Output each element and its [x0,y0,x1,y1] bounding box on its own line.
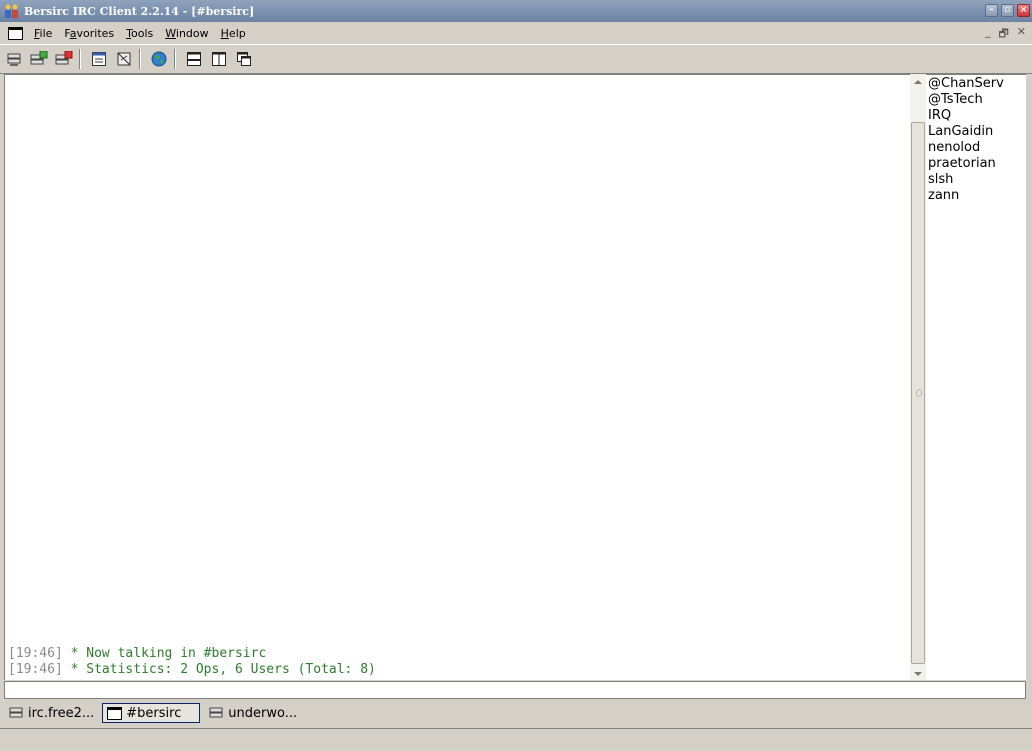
input-container [4,681,1032,699]
scroll-up-icon[interactable] [914,80,922,84]
window-title: Bersirc IRC Client 2.2.14 - [#bersirc] [24,4,255,18]
nick-item[interactable]: @ChanServ [928,76,1026,92]
scroll-down-icon[interactable] [914,672,922,676]
toolbar-separator [79,49,81,69]
minimize-icon[interactable]: – [985,4,998,17]
nick-item[interactable]: slsh [928,172,1026,188]
mdi-window-icon[interactable] [8,26,23,40]
channel-list-icon[interactable] [88,48,110,70]
server-icon [209,707,223,718]
chat-output[interactable]: [19:46] * Now talking in #bersirc [19:46… [4,74,910,680]
tab-label: #bersirc [126,705,182,721]
maximize-icon[interactable]: ▫ [1001,4,1014,17]
toolbar-separator [174,49,176,69]
nick-item[interactable]: nenolod [928,140,1026,156]
tab-label: irc.free2... [28,705,95,721]
menu-bar: File Favorites Tools Window Help _ 🗗 ✕ [0,22,1032,45]
message-input[interactable] [5,682,1032,698]
cascade-icon[interactable] [233,48,255,70]
menu-favorites[interactable]: Favorites [58,27,120,40]
chat-lines: [19:46] * Now talking in #bersirc [19:46… [8,646,376,678]
message-text: * Now talking in #bersirc [62,646,267,661]
nick-item[interactable]: praetorian [928,156,1026,172]
mdi-close-icon[interactable]: ✕ [1017,25,1026,44]
timestamp: [19:46] [8,646,63,661]
grip-icon [916,389,922,397]
chat-line: [19:46] * Statistics: 2 Ops, 6 Users (To… [8,662,376,678]
globe-icon[interactable] [148,48,170,70]
nick-list: @ChanServ @TsTech IRQ LanGaidin nenolod … [926,74,1026,680]
app-logo-icon [5,4,18,18]
window-controls: – ▫ × [985,4,1030,17]
chat-scrollbar[interactable] [910,74,926,680]
chat-line: [19:46] * Now talking in #bersirc [8,646,376,662]
tab-server-free2[interactable]: irc.free2... [4,703,98,723]
nick-item[interactable]: IRQ [928,108,1026,124]
app-window: Bersirc IRC Client 2.2.14 - [#bersirc] –… [0,0,1032,751]
menu-tools[interactable]: Tools [120,27,159,40]
connect-icon[interactable] [28,48,50,70]
window-tabbar: irc.free2... #bersirc underwo... [0,701,1032,725]
mdi-controls: _ 🗗 ✕ [985,25,1026,44]
toolbar [0,45,1032,74]
scroll-thumb[interactable] [911,122,925,664]
menu-file[interactable]: File [28,27,58,40]
tile-vertical-icon[interactable] [208,48,230,70]
nick-item[interactable]: zann [928,188,1026,204]
message-text: * Statistics: 2 Ops, 6 Users (Total: 8) [62,662,376,677]
options-icon[interactable] [113,48,135,70]
status-bar [0,728,1032,751]
nick-item[interactable]: LanGaidin [928,124,1026,140]
server-icon [9,707,23,718]
title-bar[interactable]: Bersirc IRC Client 2.2.14 - [#bersirc] –… [0,0,1032,22]
tab-bersirc[interactable]: #bersirc [102,703,201,723]
menu-help[interactable]: Help [215,27,252,40]
close-icon[interactable]: × [1017,4,1030,17]
disconnect-icon[interactable] [53,48,75,70]
menu-window[interactable]: Window [159,27,214,40]
tab-server-underwo[interactable]: underwo... [204,703,301,723]
channel-window-icon [107,706,123,720]
tab-label: underwo... [228,705,298,721]
mdi-minimize-icon[interactable]: _ [985,25,991,44]
nick-item[interactable]: @TsTech [928,92,1026,108]
timestamp: [19:46] [8,662,63,677]
mdi-restore-icon[interactable]: 🗗 [998,25,1008,44]
tile-horizontal-icon[interactable] [183,48,205,70]
toolbar-separator [139,49,141,69]
server-icon[interactable] [3,48,25,70]
